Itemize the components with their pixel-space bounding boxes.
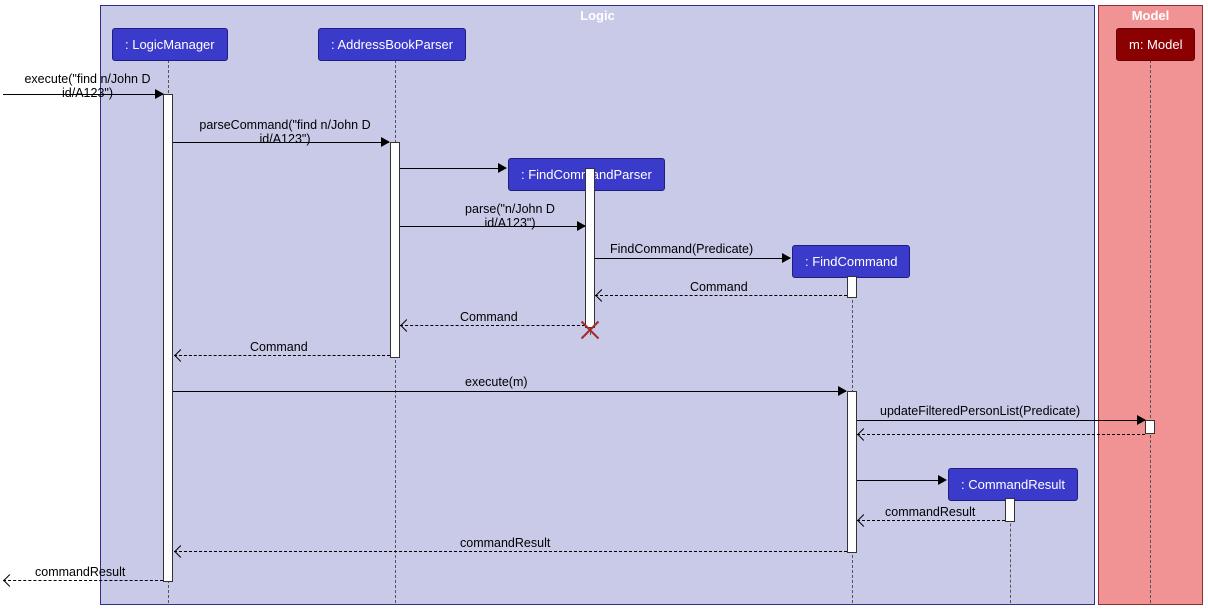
arrowhead-findcommand-new <box>782 253 791 263</box>
participant-findcommand: : FindCommand <box>792 245 910 278</box>
label-commandresult-ret2: commandResult <box>460 536 550 550</box>
package-model-title: Model <box>1132 8 1170 23</box>
arrow-commandresult-ret1 <box>857 520 1005 521</box>
package-logic-title: Logic <box>580 8 615 23</box>
arrowhead-create-commandresult <box>938 475 947 485</box>
arrow-command-ret1 <box>595 295 847 296</box>
arrowhead-execute-m <box>838 386 847 396</box>
lifeline-model <box>1150 60 1151 603</box>
arrowhead-create-fcp <box>498 163 507 173</box>
arrow-findcommand-new <box>595 258 790 259</box>
arrow-command-ret3 <box>174 355 390 356</box>
arrowhead-commandresult-out <box>3 574 16 587</box>
arrowhead-updatefilteredpersonlist <box>1137 415 1146 425</box>
arrow-updatefilteredpersonlist-ret <box>857 434 1145 435</box>
activation-logicmanager <box>163 94 173 582</box>
sequence-diagram: Logic Model : LogicManager : AddressBook… <box>0 0 1208 611</box>
label-execute-in: execute("find n/John D id/A123") <box>10 72 165 100</box>
label-command-ret1: Command <box>690 280 748 294</box>
arrow-create-fcp <box>400 168 506 169</box>
label-findcommand-new: FindCommand(Predicate) <box>610 242 753 256</box>
activation-commandresult <box>1005 498 1015 522</box>
activation-findcommand-2 <box>847 391 857 553</box>
label-execute-m: execute(m) <box>465 375 528 389</box>
participant-model: m: Model <box>1116 28 1195 61</box>
arrow-updatefilteredpersonlist <box>857 420 1145 421</box>
activation-model <box>1145 420 1155 434</box>
activation-addressbookparser <box>390 142 400 358</box>
label-parsecommand: parseCommand("find n/John D id/A123") <box>180 118 390 146</box>
label-updatefilteredpersonlist: updateFilteredPersonList(Predicate) <box>880 404 1080 418</box>
label-commandresult-ret1: commandResult <box>885 505 975 519</box>
label-command-ret3: Command <box>250 340 308 354</box>
label-parse: parse("n/John D id/A123") <box>440 202 580 230</box>
label-commandresult-out: commandResult <box>35 565 125 579</box>
activation-findcommand-1 <box>847 276 857 298</box>
arrow-commandresult-ret2 <box>174 551 847 552</box>
participant-commandresult: : CommandResult <box>948 468 1078 501</box>
participant-logicmanager: : LogicManager <box>112 28 228 61</box>
arrow-command-ret2 <box>400 325 585 326</box>
arrow-execute-m <box>173 391 846 392</box>
destroy-findcommandparser <box>580 320 600 340</box>
label-command-ret2: Command <box>460 310 518 324</box>
arrow-create-commandresult <box>857 480 945 481</box>
participant-addressbookparser: : AddressBookParser <box>318 28 466 61</box>
activation-findcommandparser <box>585 168 595 328</box>
arrow-commandresult-out <box>3 580 163 581</box>
